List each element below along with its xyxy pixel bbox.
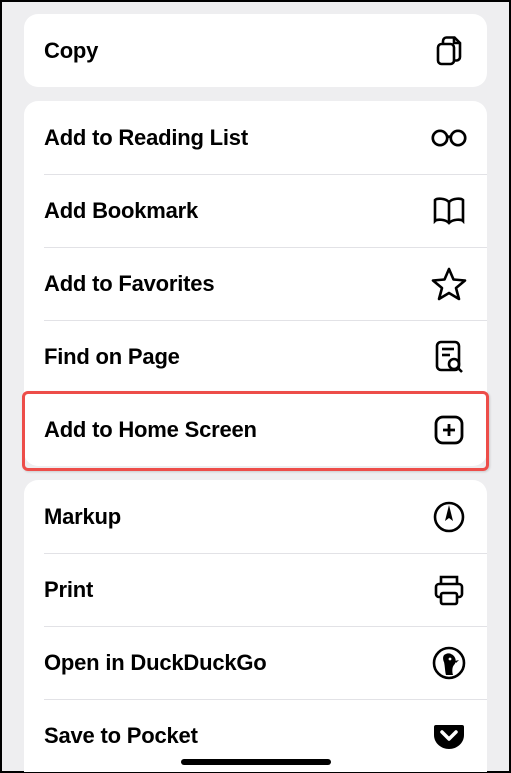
plus-square-icon bbox=[431, 412, 467, 448]
favorites-row[interactable]: Add to Favorites bbox=[24, 247, 487, 320]
duckduckgo-row[interactable]: Open in DuckDuckGo bbox=[24, 626, 487, 699]
pocket-icon bbox=[431, 718, 467, 754]
copy-icon bbox=[431, 33, 467, 69]
home-screen-row[interactable]: Add to Home Screen bbox=[24, 393, 487, 466]
action-group-2: Add to Reading List Add Bookmark Add to … bbox=[24, 101, 487, 466]
find-row[interactable]: Find on Page bbox=[24, 320, 487, 393]
duckduckgo-label: Open in DuckDuckGo bbox=[44, 650, 267, 676]
star-icon bbox=[431, 266, 467, 302]
home-screen-label: Add to Home Screen bbox=[44, 417, 257, 443]
glasses-icon bbox=[431, 120, 467, 156]
action-group-1: Copy bbox=[24, 14, 487, 87]
copy-row[interactable]: Copy bbox=[24, 14, 487, 87]
printer-icon bbox=[431, 572, 467, 608]
markup-row[interactable]: Markup bbox=[24, 480, 487, 553]
favorites-label: Add to Favorites bbox=[44, 271, 214, 297]
book-icon bbox=[431, 193, 467, 229]
find-icon bbox=[431, 339, 467, 375]
markup-label: Markup bbox=[44, 504, 121, 530]
print-label: Print bbox=[44, 577, 93, 603]
duckduckgo-icon bbox=[431, 645, 467, 681]
action-group-3: Markup Print Open in DuckDuckGo bbox=[24, 480, 487, 772]
home-indicator bbox=[181, 759, 331, 765]
bookmark-label: Add Bookmark bbox=[44, 198, 198, 224]
reading-list-label: Add to Reading List bbox=[44, 125, 248, 151]
share-sheet: Copy Add to Reading List Add bbox=[2, 2, 509, 771]
copy-label: Copy bbox=[44, 38, 98, 64]
print-row[interactable]: Print bbox=[24, 553, 487, 626]
reading-list-row[interactable]: Add to Reading List bbox=[24, 101, 487, 174]
pocket-label: Save to Pocket bbox=[44, 723, 198, 749]
bookmark-row[interactable]: Add Bookmark bbox=[24, 174, 487, 247]
markup-icon bbox=[431, 499, 467, 535]
find-label: Find on Page bbox=[44, 344, 180, 370]
